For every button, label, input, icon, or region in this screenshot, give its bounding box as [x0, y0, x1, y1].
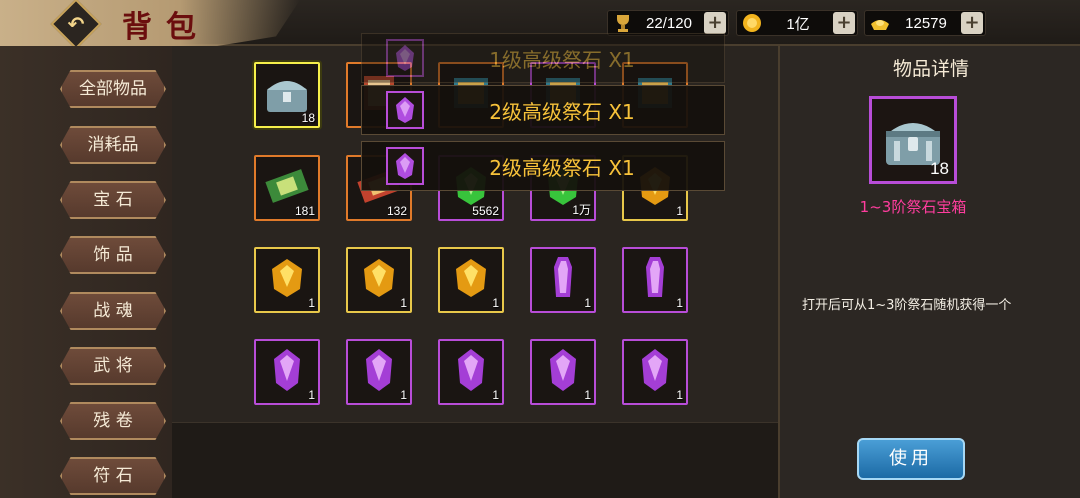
reward-toast: 1级高级祭石 X1 — [361, 33, 725, 83]
slot-count: 132 — [386, 204, 407, 218]
back-arrow-icon: ↶ — [67, 12, 85, 36]
slot-count: 181 — [294, 204, 315, 218]
toast-item-frame — [386, 39, 424, 77]
yellow-gem-icon — [446, 253, 496, 307]
nav-all-items[interactable]: 全部物品 — [60, 70, 166, 108]
inventory-slot[interactable]: 1 — [622, 247, 688, 313]
toast-item-frame — [386, 91, 424, 129]
inventory-slot[interactable]: 1 — [622, 339, 688, 405]
detail-item-description: 打开后可从1~3阶祭石随机获得一个 — [802, 298, 1012, 313]
add-capacity-button[interactable]: + — [704, 12, 726, 34]
detail-item-count: 18 — [930, 159, 949, 178]
use-button[interactable]: 使用 — [857, 438, 965, 480]
nav-fragments[interactable]: 残 卷 — [60, 402, 166, 440]
inventory-slot[interactable]: 181 — [254, 155, 320, 221]
capacity-value: 22/120 — [646, 14, 692, 32]
slot-count: 1万 — [572, 203, 591, 217]
slot-count: 1 — [676, 204, 683, 218]
nav-runestones[interactable]: 符 石 — [60, 457, 166, 495]
item-detail-panel: 物品详情 18 1~3阶祭石宝箱 打开后可从1~3阶祭石随机获得一个 使用 — [778, 46, 1080, 498]
nav-gems[interactable]: 宝 石 — [60, 181, 166, 219]
slot-count: 5562 — [472, 204, 499, 218]
purple-crystal-icon — [630, 253, 680, 307]
slot-count: 1 — [492, 296, 499, 310]
nav-accessories[interactable]: 饰 品 — [60, 236, 166, 274]
purple-crystal-icon — [538, 253, 588, 307]
slot-count: 1 — [308, 296, 315, 310]
inventory-slot[interactable]: 1 — [254, 247, 320, 313]
toast-text: 1级高级祭石 X1 — [489, 47, 635, 72]
slot-count: 1 — [492, 388, 499, 402]
nav-war-souls[interactable]: 战 魂 — [60, 292, 166, 330]
purple-gem-icon — [446, 345, 496, 399]
purple-gem-icon — [354, 345, 404, 399]
grid-footer — [172, 422, 778, 498]
reward-toast: 2级高级祭石 X1 — [361, 141, 725, 191]
slot-count: 1 — [676, 296, 683, 310]
slot-count: 1 — [584, 296, 591, 310]
yellow-gem-icon — [262, 253, 312, 307]
inventory-slot[interactable]: 1 — [254, 339, 320, 405]
slot-count: 1 — [584, 388, 591, 402]
slot-count: 18 — [301, 111, 315, 125]
reward-toast: 2级高级祭石 X1 — [361, 85, 725, 135]
inventory-slot[interactable]: 1 — [530, 247, 596, 313]
yellow-gem-icon — [354, 253, 404, 307]
ingots-value: 12579 — [905, 14, 947, 32]
toast-text: 2级高级祭石 X1 — [489, 99, 635, 124]
inventory-slot[interactable]: 1 — [346, 247, 412, 313]
purple-gem-icon — [630, 345, 680, 399]
inventory-slot[interactable]: 1 — [438, 247, 504, 313]
nav-generals[interactable]: 武 将 — [60, 347, 166, 385]
slot-count: 1 — [308, 388, 315, 402]
add-ingots-button[interactable]: + — [961, 12, 983, 34]
gold-coin-icon — [743, 14, 761, 32]
slot-count: 1 — [400, 296, 407, 310]
inventory-slot[interactable]: 1 — [438, 339, 504, 405]
slot-count: 1 — [676, 388, 683, 402]
inventory-slot[interactable]: 1 — [530, 339, 596, 405]
toast-item-frame — [386, 147, 424, 185]
inventory-slot[interactable]: 1 — [346, 339, 412, 405]
ingot-icon — [871, 20, 889, 30]
inventory-slot[interactable]: 18 — [254, 62, 320, 128]
toast-text: 2级高级祭石 X1 — [489, 155, 635, 180]
purple-gem-icon — [538, 345, 588, 399]
detail-title: 物品详情 — [892, 58, 969, 80]
purple-gem-icon — [396, 45, 414, 71]
coins-value: 1亿 — [786, 15, 810, 33]
purple-gem-icon — [396, 97, 414, 123]
resource-ingots: 12579 + — [864, 10, 986, 36]
page-title: 背包 — [122, 10, 210, 45]
detail-item-name: 1~3阶祭石宝箱 — [859, 198, 967, 216]
slot-count: 1 — [400, 388, 407, 402]
category-sidebar: 全部物品 消耗品 宝 石 饰 品 战 魂 武 将 残 卷 符 石 — [0, 46, 172, 498]
nav-consumables[interactable]: 消耗品 — [60, 126, 166, 164]
detail-item-frame: 18 — [869, 96, 957, 184]
trophy-icon — [617, 15, 629, 32]
purple-gem-icon — [396, 153, 414, 179]
purple-gem-icon — [262, 345, 312, 399]
add-coins-button[interactable]: + — [833, 12, 855, 34]
resource-coins: 1亿 + — [736, 10, 858, 36]
